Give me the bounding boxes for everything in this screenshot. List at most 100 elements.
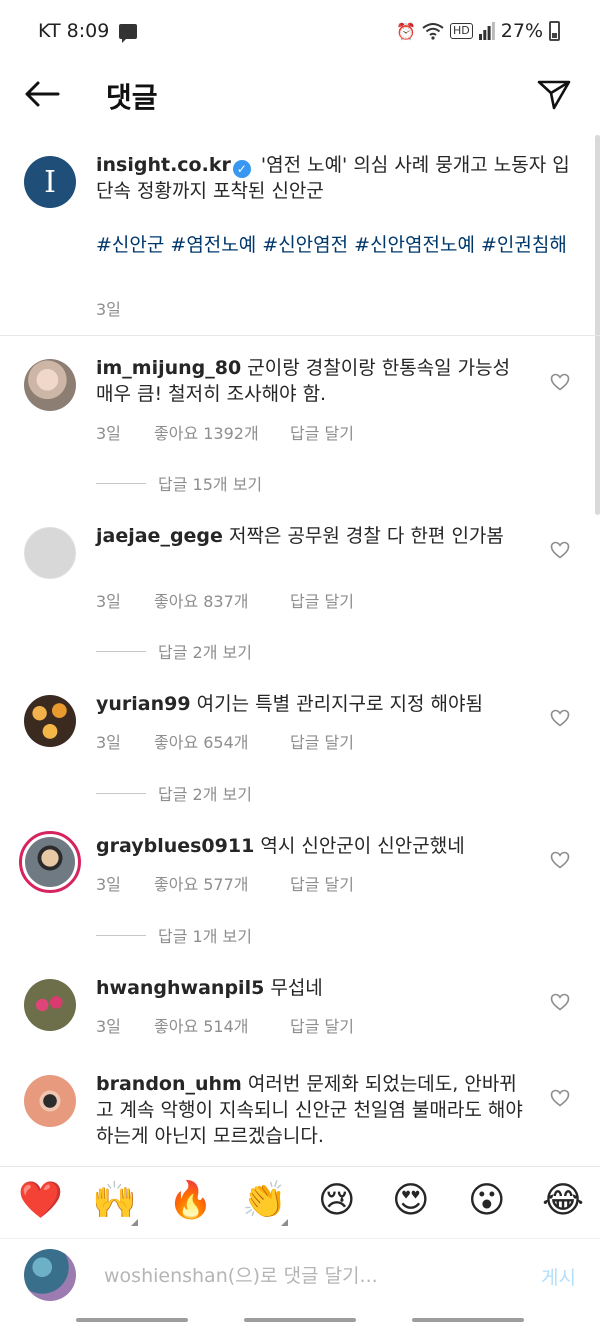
post-button[interactable]: 게시 xyxy=(541,1263,576,1290)
back-button[interactable] xyxy=(22,76,62,112)
comment-meta: 3일 좋아요 514개 답글 달기 xyxy=(96,1013,354,1037)
reply-button[interactable]: 답글 달기 xyxy=(290,1013,354,1037)
avatar[interactable] xyxy=(24,527,76,579)
comment-text: jaejae_gege 저짝은 공무원 경찰 다 한편 인가봄 xyxy=(96,523,526,549)
divider xyxy=(96,934,146,936)
post-time: 3일 xyxy=(96,300,121,319)
comment-text: im_mijung_80 군이랑 경찰이랑 한통속일 가능성 매우 큼! 철저히… xyxy=(96,355,526,407)
avatar[interactable] xyxy=(24,695,76,747)
like-heart-icon[interactable] xyxy=(550,1089,570,1107)
header: 댓글 xyxy=(0,62,600,128)
like-heart-icon[interactable] xyxy=(550,541,570,559)
alarm-icon: ⏰ xyxy=(396,21,417,41)
comment-text: brandon_uhm 여러번 문제화 되었는데도, 안바뀌고 계속 악행이 지… xyxy=(96,1071,526,1149)
emoji-crying-button[interactable]: 😢 xyxy=(318,1181,356,1221)
view-replies-label: 답글 1개 보기 xyxy=(158,927,252,946)
paper-plane-icon xyxy=(537,80,571,110)
nav-home-indicator[interactable] xyxy=(244,1318,356,1322)
avatar[interactable] xyxy=(24,359,76,411)
battery-percent: 27% xyxy=(500,20,543,42)
comment-text: grayblues0911 역시 신안군이 신안군했네 xyxy=(96,833,526,859)
comment-body: 무섭네 xyxy=(264,977,323,999)
like-heart-icon[interactable] xyxy=(550,373,570,391)
comment-text: hwanghwanpil5 무섭네 xyxy=(96,975,526,1001)
reply-button[interactable]: 답글 달기 xyxy=(290,420,354,444)
emoji-heart-eyes-button[interactable]: 😍 xyxy=(392,1181,430,1221)
avatar-letter: I xyxy=(44,164,56,200)
comment-time: 3일 xyxy=(96,1017,121,1036)
comment-username[interactable]: grayblues0911 xyxy=(96,835,254,857)
emoji-heart-button[interactable]: ❤️ xyxy=(18,1181,63,1221)
status-right: ⏰ HD 27% xyxy=(396,20,560,42)
comment-username[interactable]: jaejae_gege xyxy=(96,525,223,547)
caption-text: insight.co.kr ✓ '염전 노예' 의심 사례 뭉개고 노동자 입단속… xyxy=(96,152,576,204)
carrier-time: KT 8:09 xyxy=(38,20,110,42)
comment-body: 역시 신안군이 신안군했네 xyxy=(254,835,465,857)
like-count[interactable]: 좋아요 514개 xyxy=(154,1013,290,1037)
divider xyxy=(96,650,146,652)
share-button[interactable] xyxy=(536,76,572,112)
status-left: KT 8:09 xyxy=(38,20,138,43)
page-title: 댓글 xyxy=(106,81,158,114)
battery-icon xyxy=(549,21,560,41)
avatar xyxy=(24,1249,76,1301)
system-navigation-bar xyxy=(0,1314,600,1333)
emoji-clap-button[interactable]: 👏 xyxy=(242,1181,287,1221)
view-replies-button[interactable]: 답글 2개 보기 xyxy=(96,781,252,805)
hashtags[interactable]: #신안군 #염전노예 #신안염전 #신안염전노예 #인권침해 xyxy=(96,232,576,258)
view-replies-button[interactable]: 답글 1개 보기 xyxy=(96,923,252,947)
divider xyxy=(96,482,146,484)
avatar[interactable] xyxy=(24,1075,76,1127)
emoji-reaction-bar: ❤️ 🙌 🔥 👏 😢 😍 😮 😂 xyxy=(0,1166,600,1238)
comment-meta: 3일 좋아요 1392개 답글 달기 xyxy=(96,420,354,444)
comment-composer: 게시 xyxy=(0,1238,600,1314)
comment-body: 저짝은 공무원 경찰 다 한편 인가봄 xyxy=(222,525,504,547)
nav-recents-indicator[interactable] xyxy=(76,1318,188,1322)
nav-back-indicator[interactable] xyxy=(412,1318,524,1322)
reply-button[interactable]: 답글 달기 xyxy=(290,588,354,612)
like-heart-icon[interactable] xyxy=(550,993,570,1011)
avatar xyxy=(25,837,75,887)
status-bar: KT 8:09 ⏰ HD 27% xyxy=(0,0,600,62)
emoji-fire-button[interactable]: 🔥 xyxy=(168,1181,213,1221)
like-count[interactable]: 좋아요 837개 xyxy=(154,588,290,612)
skin-tone-indicator-icon xyxy=(131,1219,138,1226)
message-notification-icon xyxy=(119,23,138,43)
post-caption: I insight.co.kr ✓ '염전 노예' 의심 사례 뭉개고 노동자 입… xyxy=(0,140,600,336)
reply-button[interactable]: 답글 달기 xyxy=(290,871,354,895)
like-heart-icon[interactable] xyxy=(550,851,570,869)
comment-username[interactable]: hwanghwanpil5 xyxy=(96,977,264,999)
divider xyxy=(96,792,146,794)
avatar-story-ring[interactable] xyxy=(19,831,81,893)
signal-icon xyxy=(478,22,495,40)
back-arrow-icon xyxy=(25,81,60,107)
like-count[interactable]: 좋아요 654개 xyxy=(154,729,290,753)
verified-badge-icon: ✓ xyxy=(232,160,251,178)
like-heart-icon[interactable] xyxy=(550,709,570,727)
like-count[interactable]: 좋아요 577개 xyxy=(154,871,290,895)
comment-meta: 3일 좋아요 654개 답글 달기 xyxy=(96,729,354,753)
view-replies-button[interactable]: 답글 15개 보기 xyxy=(96,471,262,495)
reply-button[interactable]: 답글 달기 xyxy=(290,729,354,753)
avatar[interactable] xyxy=(24,979,76,1031)
comment-time: 3일 xyxy=(96,424,121,443)
view-replies-label: 답글 2개 보기 xyxy=(158,643,252,662)
comment-username[interactable]: im_mijung_80 xyxy=(96,357,241,379)
view-replies-button[interactable]: 답글 2개 보기 xyxy=(96,639,252,663)
emoji-surprised-button[interactable]: 😮 xyxy=(468,1181,506,1221)
emoji-raised-hands-button[interactable]: 🙌 xyxy=(92,1181,137,1221)
comment-meta: 3일 좋아요 837개 답글 달기 xyxy=(96,588,354,612)
avatar[interactable]: I xyxy=(24,156,76,208)
view-replies-label: 답글 15개 보기 xyxy=(158,475,263,494)
comment-username[interactable]: brandon_uhm xyxy=(96,1073,242,1095)
comment-username[interactable]: yurian99 xyxy=(96,693,191,715)
wifi-icon xyxy=(422,23,444,40)
comment-time: 3일 xyxy=(96,733,121,752)
emoji-laughing-button[interactable]: 😂 xyxy=(542,1181,584,1221)
comment-body: 여기는 특별 관리지구로 지정 해야됨 xyxy=(190,693,483,715)
post-username[interactable]: insight.co.kr xyxy=(96,154,231,176)
skin-tone-indicator-icon xyxy=(281,1219,288,1226)
like-count[interactable]: 좋아요 1392개 xyxy=(154,420,290,444)
comment-input[interactable] xyxy=(104,1261,504,1291)
comment-meta: 3일 좋아요 577개 답글 달기 xyxy=(96,871,354,895)
